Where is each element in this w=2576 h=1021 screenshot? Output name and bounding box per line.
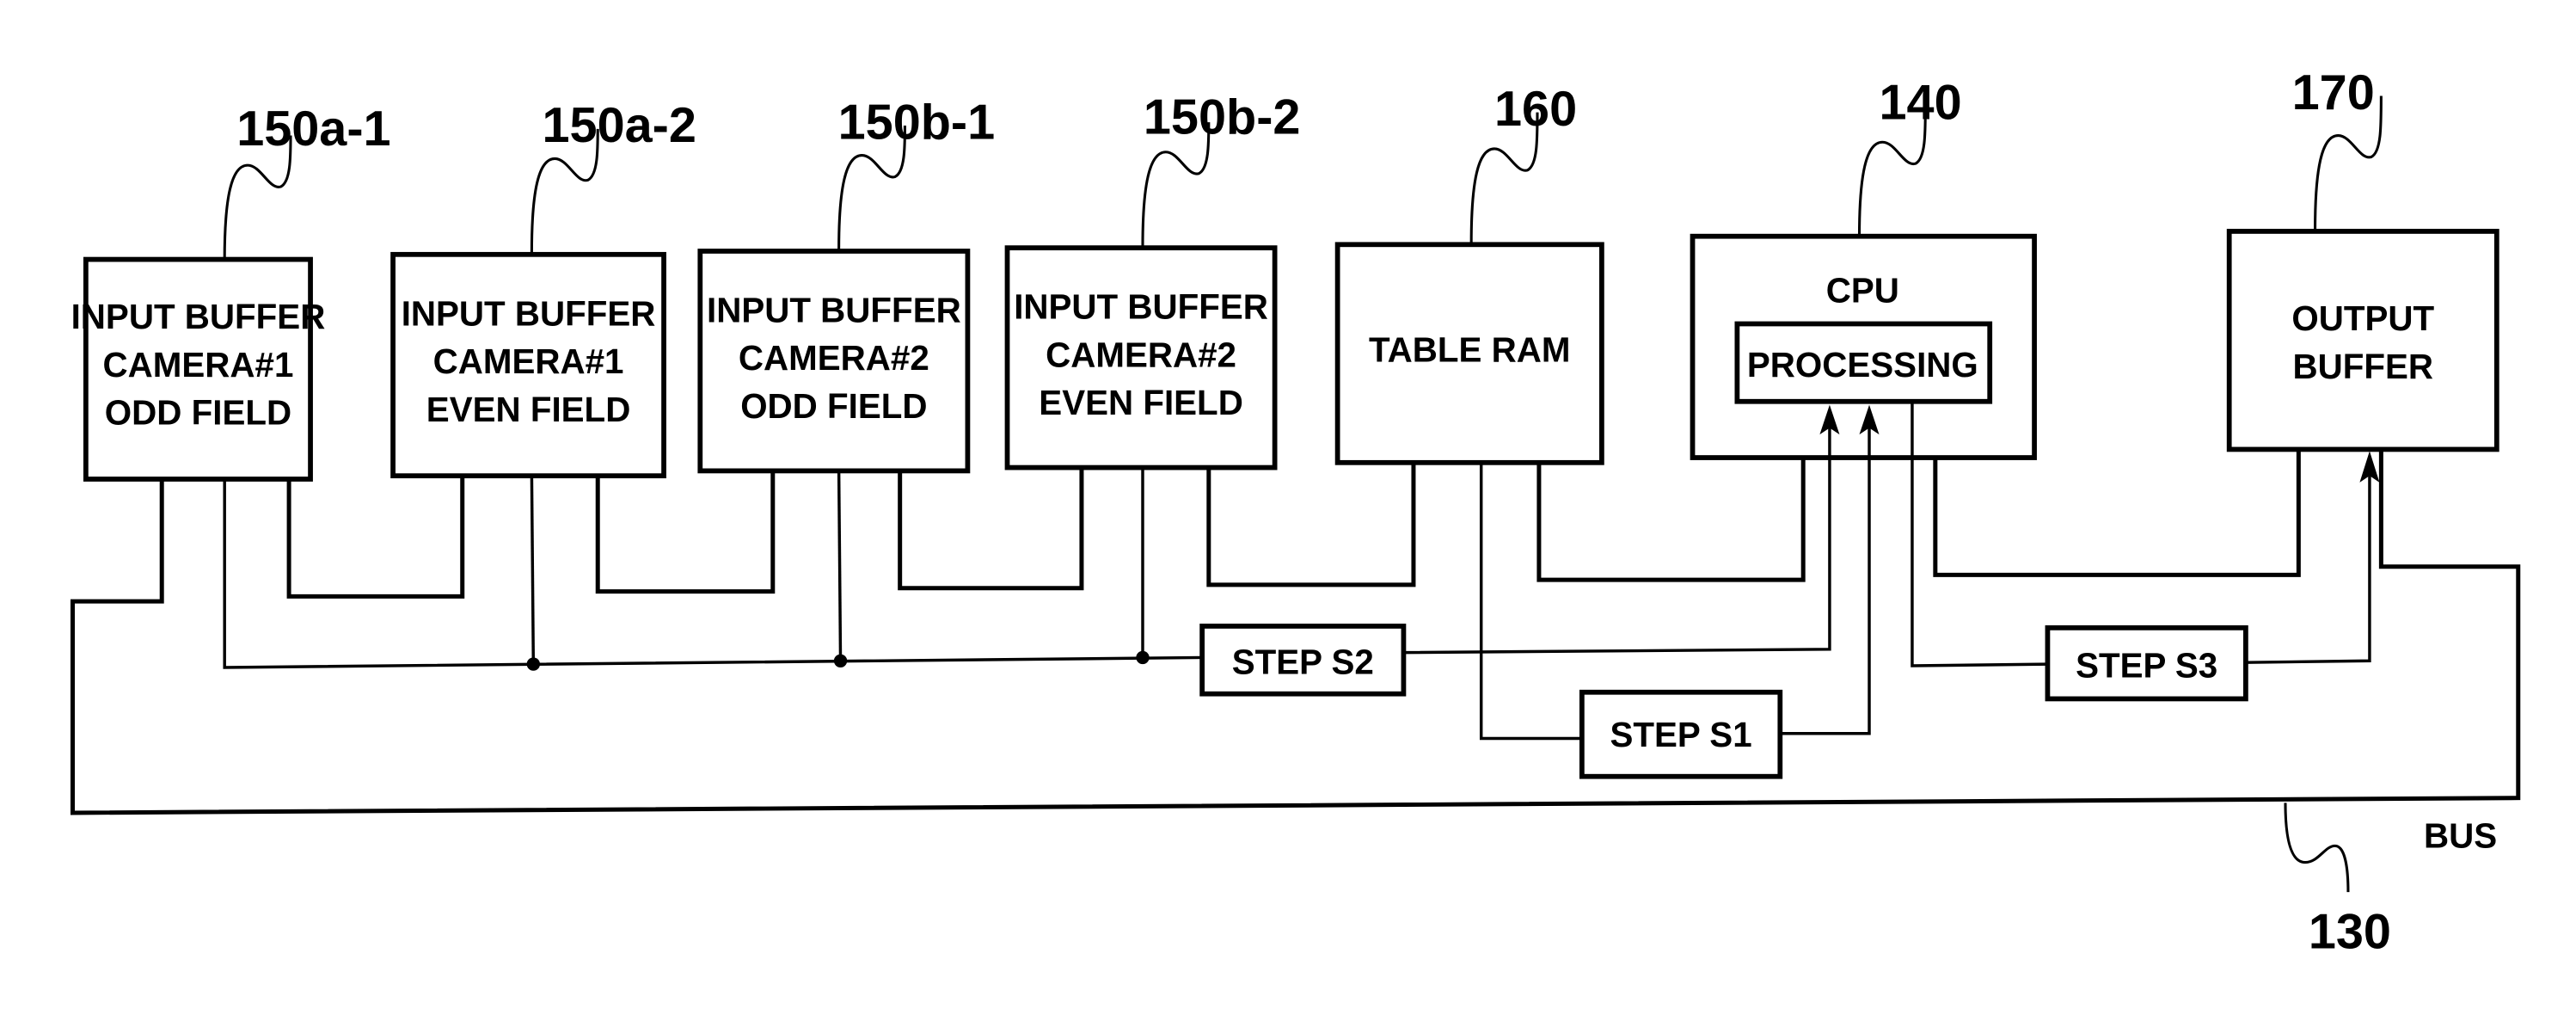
input-buffer-cam2-odd: INPUT BUFFER CAMERA#2 ODD FIELD <box>697 249 971 474</box>
step-s1-label: STEP S1 <box>1610 715 1752 754</box>
ref-170: 170 <box>2292 65 2375 120</box>
block-label-line: INPUT BUFFER <box>1014 287 1268 327</box>
block-label-line: EVEN FIELD <box>1039 383 1243 422</box>
input-buffer-cam2-even: INPUT BUFFER CAMERA#2 EVEN FIELD <box>1004 245 1278 471</box>
junction-dot <box>833 654 848 667</box>
input-buffer-cam1-odd: INPUT BUFFER CAMERA#1 ODD FIELD <box>71 256 326 482</box>
block-label-line: CAMERA#2 <box>1046 335 1236 374</box>
step-s3: STEP S3 <box>2045 624 2248 702</box>
wire-tableram-to-step-s1 <box>1479 462 1582 741</box>
junction-dot <box>1136 650 1150 665</box>
leader-130 <box>2284 803 2350 893</box>
block-label-line: ODD FIELD <box>740 386 927 426</box>
wire-150b2-tableram <box>1206 462 1416 587</box>
block-label-line: INPUT BUFFER <box>402 293 656 333</box>
block-label-line: INPUT BUFFER <box>707 291 961 330</box>
junction-dot <box>526 657 541 671</box>
ref-130: 130 <box>2309 904 2391 959</box>
step-s3-label: STEP S3 <box>2076 645 2217 685</box>
ref-150a-1: 150a-1 <box>236 101 390 157</box>
table-ram: TABLE RAM <box>1334 242 1604 465</box>
wire-tableram-cpu <box>1536 458 1806 582</box>
block-label-line: BUFFER <box>2292 347 2433 386</box>
block-label-line: CAMERA#2 <box>739 338 929 378</box>
block-label-line: CAMERA#1 <box>103 345 294 384</box>
block-label-line: TABLE RAM <box>1369 330 1570 370</box>
tap-150a2 <box>530 476 536 665</box>
wire-150a2-150b1 <box>595 471 776 594</box>
wire-step-s3-to-outputbuffer <box>2245 476 2371 664</box>
ref-160: 160 <box>1494 82 1577 137</box>
wire-150a1-150a2 <box>286 476 465 599</box>
wire-inputs-to-step-s2 <box>223 479 1203 669</box>
ref-150a-2: 150a-2 <box>542 98 696 153</box>
tap-150b1 <box>837 471 843 661</box>
step-s2: STEP S2 <box>1199 624 1407 697</box>
block-label-line: CAMERA#1 <box>433 341 624 381</box>
ref-150b-2: 150b-2 <box>1144 90 1301 145</box>
ref-150b-1: 150b-1 <box>838 95 996 150</box>
cpu-label: CPU <box>1826 271 1899 311</box>
step-s2-label: STEP S2 <box>1232 643 1374 682</box>
block-label-line: INPUT BUFFER <box>71 297 326 336</box>
system-block-diagram: 150a-1 150a-2 150b-1 150b-2 160 140 170 … <box>71 65 2521 959</box>
output-buffer: OUTPUT BUFFER <box>2226 229 2499 452</box>
wire-150b1-150b2 <box>898 467 1084 591</box>
input-buffer-cam1-even: INPUT BUFFER CAMERA#1 EVEN FIELD <box>390 251 666 479</box>
block-label-line: EVEN FIELD <box>426 390 631 429</box>
block-label-line: OUTPUT <box>2291 298 2434 338</box>
step-s1: STEP S1 <box>1579 689 1783 779</box>
wire-cpu-outputbuffer <box>1933 449 2301 577</box>
processing-label: PROCESSING <box>1747 345 1978 384</box>
ref-140: 140 <box>1879 75 1961 130</box>
bus-label: BUS <box>2424 815 2497 855</box>
block-label-line: ODD FIELD <box>105 393 291 433</box>
